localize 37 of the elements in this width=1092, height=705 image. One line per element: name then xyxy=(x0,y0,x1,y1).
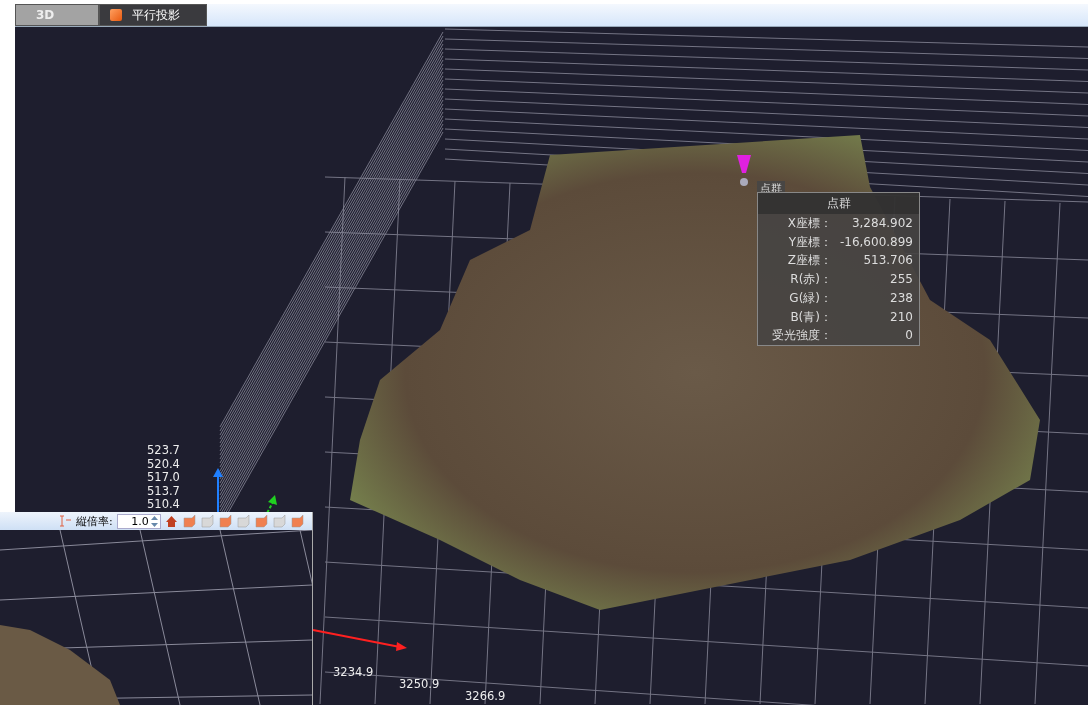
view-tab[interactable]: 平行投影 xyxy=(99,4,207,26)
field-value: 513.706 xyxy=(862,252,913,270)
axis-label: 520.4 xyxy=(147,456,180,471)
cube-view-icon[interactable] xyxy=(200,514,215,528)
field-value: 255 xyxy=(889,271,913,289)
scale-label: 縦倍率: xyxy=(76,513,113,529)
field-label: Y座標： xyxy=(787,233,832,251)
cube-view-icon[interactable] xyxy=(290,514,305,528)
cube-icon xyxy=(110,9,122,21)
point-icon xyxy=(740,178,748,186)
axis-label: 523.7 xyxy=(147,443,180,457)
field-value: 238 xyxy=(889,289,913,307)
field-value: 210 xyxy=(889,308,913,326)
axis-label: 513.7 xyxy=(147,483,180,498)
marker-icon xyxy=(737,155,751,173)
cube-view-icon[interactable] xyxy=(218,514,233,528)
field-label: X座標： xyxy=(786,215,832,232)
cube-view-icon[interactable] xyxy=(254,514,269,528)
axis-label: 517.0 xyxy=(147,470,180,484)
field-label: B(青)： xyxy=(789,308,832,326)
field-value: 0 xyxy=(904,327,913,345)
axis-label: 3234.9 xyxy=(333,665,374,679)
cube-view-icon[interactable] xyxy=(236,514,251,528)
panel-title: 点群 xyxy=(758,193,919,214)
field-label: G(緑)： xyxy=(788,289,832,307)
axis-label: 3266.9 xyxy=(465,689,506,703)
field-value: 3,284.902 xyxy=(850,215,913,232)
cube-view-icon[interactable] xyxy=(272,514,287,528)
cube-view-icon[interactable] xyxy=(182,514,197,528)
axis-label: 3250.9 xyxy=(399,677,440,691)
vertical-scale-icon xyxy=(60,515,72,527)
field-label: 受光強度： xyxy=(771,327,832,345)
field-value: -16,600.899 xyxy=(838,233,913,251)
scale-spinner[interactable]: 1.0 xyxy=(116,513,161,529)
field-label: R(赤)： xyxy=(789,271,832,289)
field-label: Z座標： xyxy=(786,252,832,270)
axis-label: 510.4 xyxy=(147,497,180,511)
